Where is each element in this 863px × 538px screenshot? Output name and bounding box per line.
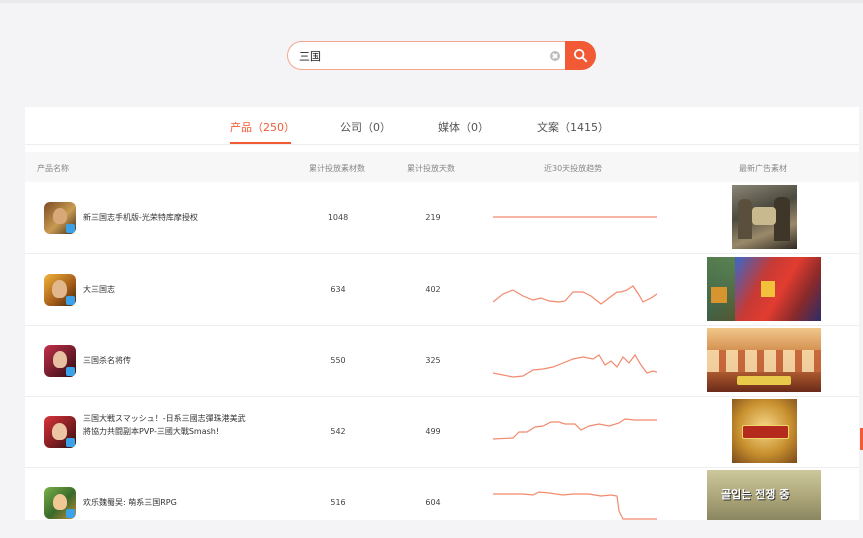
trend-sparkline: [493, 216, 657, 218]
trend-sparkline: [493, 491, 657, 520]
search-button[interactable]: [565, 41, 596, 70]
play-badge-icon: [66, 438, 75, 447]
tab-bar: 产品（250） 公司（0） 媒体（0） 文案（1415）: [25, 107, 859, 145]
product-name[interactable]: 大三国志: [83, 283, 248, 296]
search-field[interactable]: [287, 41, 566, 70]
search-input[interactable]: [299, 48, 539, 64]
clear-icon[interactable]: [550, 51, 560, 61]
table-row[interactable]: 大三国志 634 402: [25, 254, 859, 326]
tab-products[interactable]: 产品（250）: [230, 119, 295, 135]
material-count: 1048: [327, 213, 349, 222]
app-icon: [44, 416, 76, 448]
material-count: 550: [330, 356, 346, 365]
col-total-days: 累计投放天数: [407, 164, 455, 173]
material-count: 516: [330, 498, 346, 507]
ad-creative-caption: 골입는 전쟁 중: [721, 488, 790, 501]
table-header: 产品名称 累计投放素材数 累计投放天数 近30天投放趋势 最新广告素材: [25, 152, 859, 182]
tab-copy[interactable]: 文案（1415）: [537, 119, 609, 135]
col-total-materials: 累计投放素材数: [309, 164, 365, 173]
app-icon: [44, 345, 76, 377]
ad-creative-thumbnail[interactable]: [732, 185, 797, 249]
trend-sparkline: [493, 285, 657, 305]
play-badge-icon: [66, 367, 75, 376]
day-count: 499: [425, 427, 441, 436]
col-latest-creative: 最新广告素材: [739, 164, 787, 173]
search-icon: [573, 48, 588, 63]
day-count: 219: [425, 213, 441, 222]
table-row[interactable]: 三国大戦スマッシュ！-日系三國志彈珠港美武將協力共闘副本PVP-三國大戰Smas…: [25, 396, 859, 468]
col-product-name: 产品名称: [37, 164, 69, 173]
top-divider: [0, 0, 863, 3]
table-row[interactable]: 新三国志手机版-光荣特库摩授权 1048 219: [25, 182, 859, 254]
active-tab-indicator: [230, 142, 291, 144]
ad-creative-thumbnail[interactable]: [732, 399, 797, 463]
tab-media[interactable]: 媒体（0）: [438, 119, 489, 135]
app-icon: [44, 274, 76, 306]
day-count: 402: [425, 285, 441, 294]
app-icon: [44, 202, 76, 234]
results-panel: 产品（250） 公司（0） 媒体（0） 文案（1415） 产品名称 累计投放素材…: [25, 107, 859, 520]
trend-sparkline: [493, 353, 657, 378]
material-count: 634: [330, 285, 346, 294]
day-count: 604: [425, 498, 441, 507]
play-badge-icon: [66, 224, 75, 233]
product-name[interactable]: 欢乐魏蜀吴: 萌系三国RPG: [83, 496, 248, 509]
day-count: 325: [425, 356, 441, 365]
play-badge-icon: [66, 509, 75, 518]
ad-creative-thumbnail[interactable]: [707, 257, 821, 321]
trend-sparkline: [493, 418, 657, 440]
play-badge-icon: [66, 296, 75, 305]
tab-companies[interactable]: 公司（0）: [340, 119, 391, 135]
ad-creative-thumbnail[interactable]: 골입는 전쟁 중: [707, 470, 821, 520]
product-name[interactable]: 三国大戦スマッシュ！-日系三國志彈珠港美武將協力共闘副本PVP-三國大戰Smas…: [83, 412, 248, 438]
ad-creative-thumbnail[interactable]: [707, 328, 821, 392]
material-count: 542: [330, 427, 346, 436]
product-name[interactable]: 新三国志手机版-光荣特库摩授权: [83, 211, 248, 224]
search-bar: [287, 41, 596, 70]
table-row[interactable]: 三国杀名将传 550 325: [25, 325, 859, 397]
col-30day-trend: 近30天投放趋势: [544, 164, 603, 173]
table-row[interactable]: 欢乐魏蜀吴: 萌系三国RPG 516 604 골입는 전쟁 중: [25, 467, 859, 538]
product-name[interactable]: 三国杀名将传: [83, 354, 248, 367]
app-icon: [44, 487, 76, 519]
